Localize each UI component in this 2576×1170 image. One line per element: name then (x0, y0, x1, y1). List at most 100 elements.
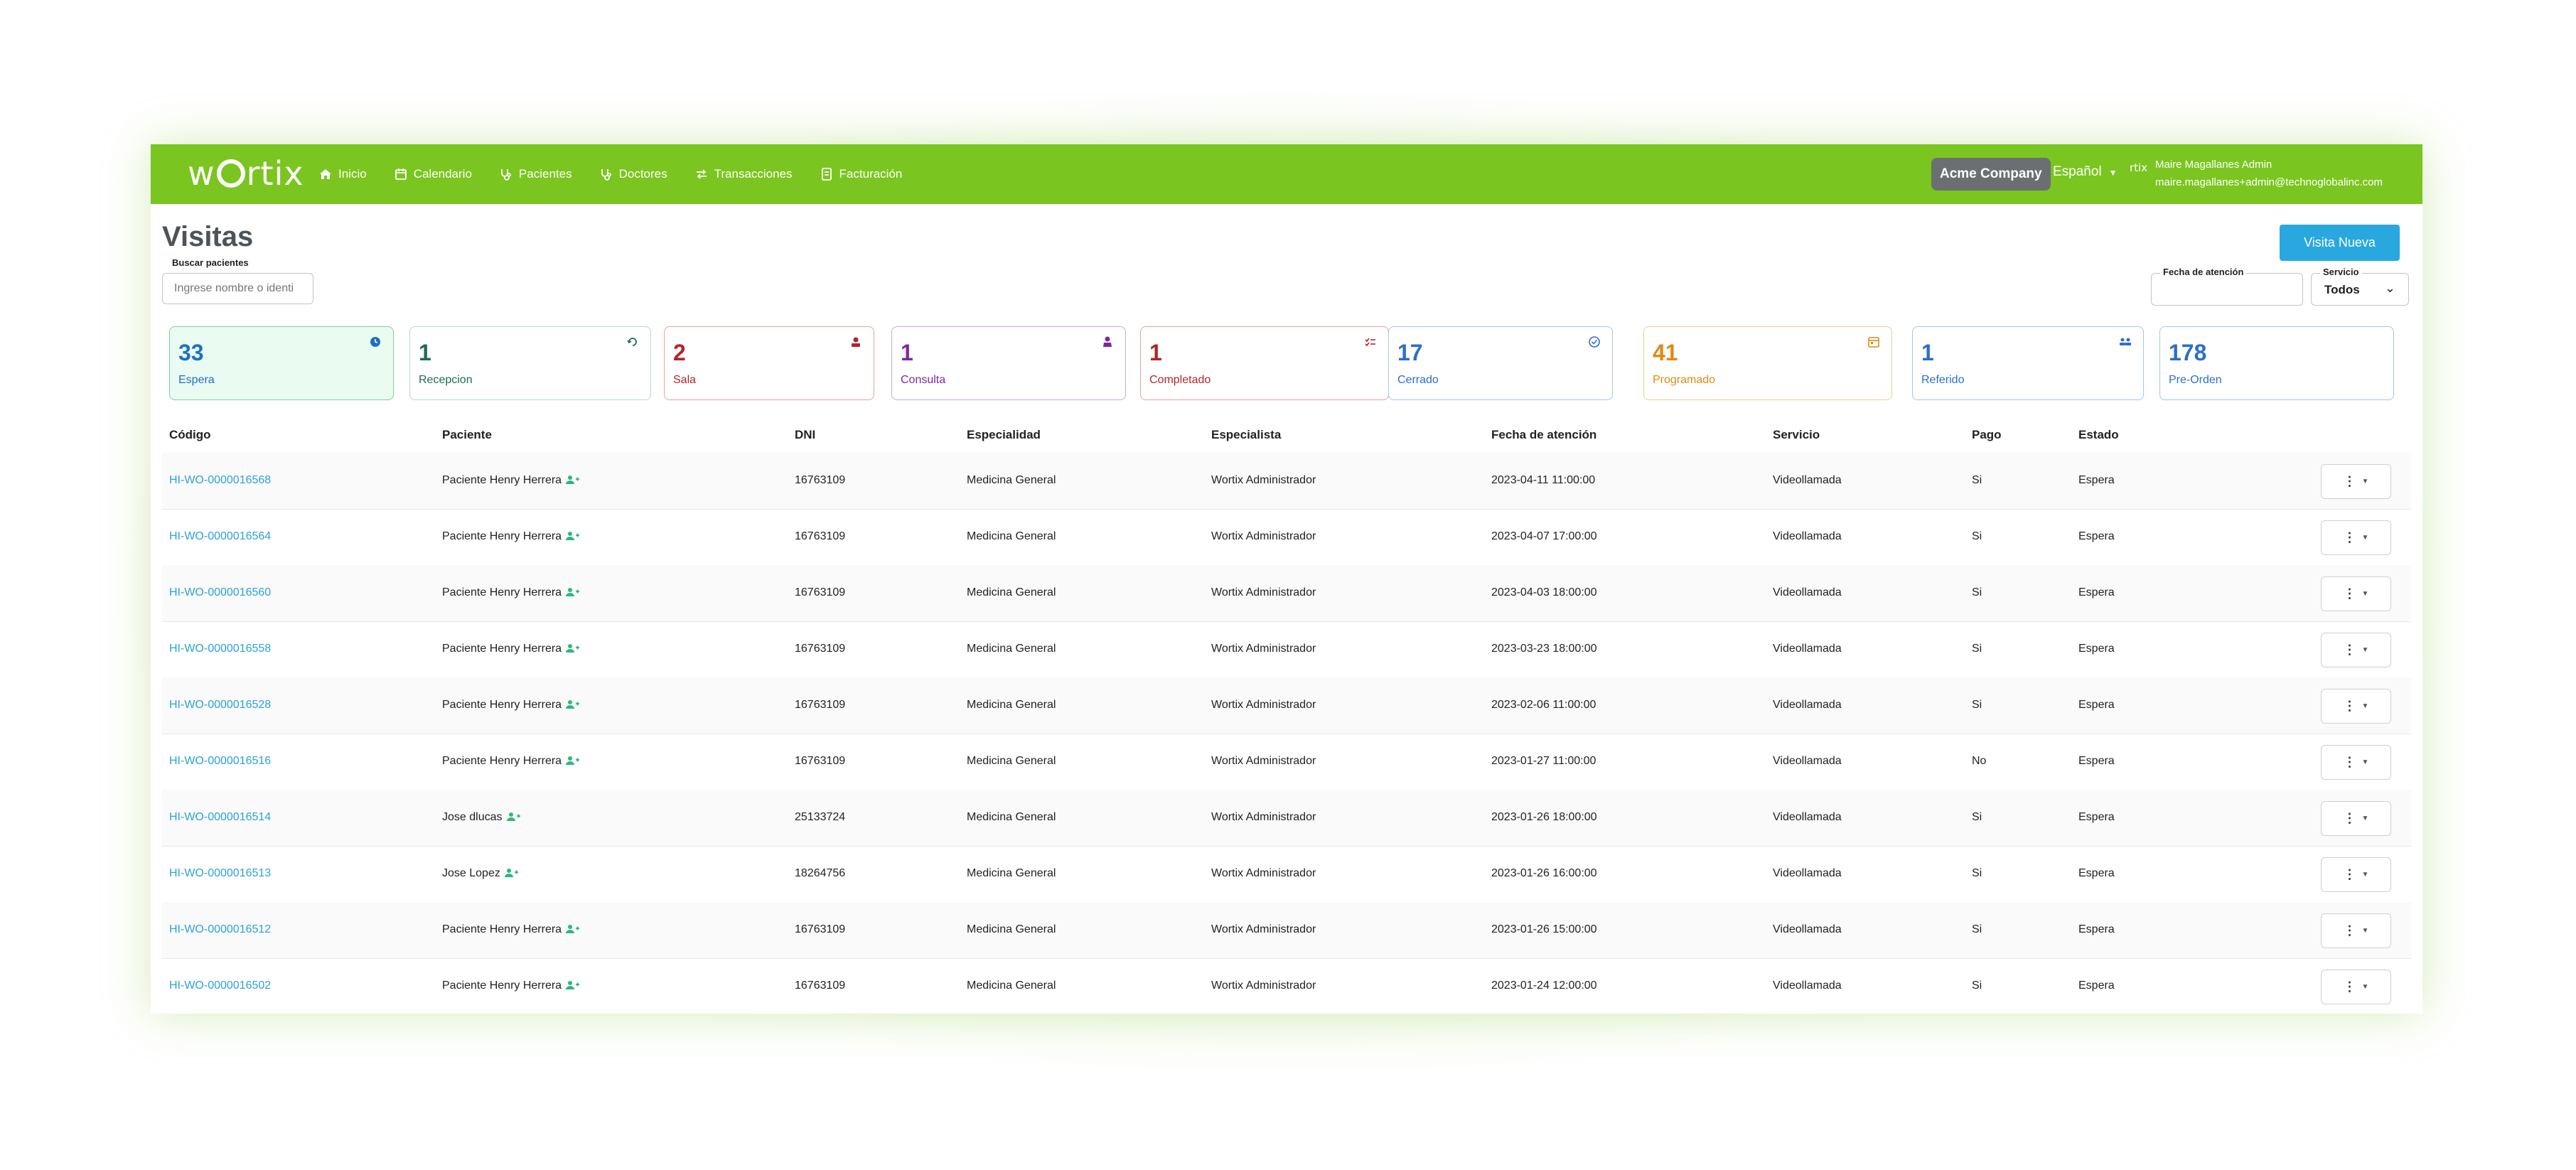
cell-code[interactable]: HI-WO-0000016514 (169, 811, 271, 824)
cell-code[interactable]: HI-WO-0000016502 (169, 980, 271, 992)
more-vertical-icon: ⋮ (2343, 643, 2356, 657)
nav-item-facturacion[interactable]: Facturación (820, 167, 902, 181)
cell-text: Espera (2078, 530, 2115, 542)
column-header[interactable]: Estado (2078, 428, 2119, 442)
column-header[interactable]: Servicio (1773, 428, 1820, 442)
wortix-logo[interactable]: w rtix (188, 154, 304, 194)
new-visit-button[interactable]: Visita Nueva (2280, 225, 2400, 261)
status-count: 1 (419, 340, 431, 365)
column-header[interactable]: Paciente (442, 428, 492, 442)
user-avatar[interactable]: rtix (2130, 161, 2147, 174)
nav-item-pacientes[interactable]: Pacientes (499, 167, 572, 181)
cell-payment: Si (1972, 867, 1982, 880)
calendar-icon (395, 168, 407, 180)
cell-code[interactable]: HI-WO-0000016528 (169, 699, 271, 712)
chevron-down-icon: ▼ (2361, 758, 2369, 766)
cell-service: Videollamada (1773, 755, 1842, 768)
cell-date: 2023-04-11 11:00:00 (1491, 474, 1595, 487)
cell-text: Videollamada (1773, 867, 1842, 879)
cell-code[interactable]: HI-WO-0000016516 (169, 755, 271, 768)
status-card-programado[interactable]: 41 Programado (1643, 326, 1892, 400)
status-card-referido[interactable]: 1 Referido (1912, 326, 2144, 400)
cell-status: Espera (2078, 980, 2115, 992)
column-header[interactable]: Especialista (1211, 428, 1281, 442)
cell-code[interactable]: HI-WO-0000016513 (169, 867, 271, 880)
user-add-icon[interactable] (566, 699, 580, 709)
cell-text: HI-WO-0000016513 (169, 867, 272, 879)
user-add-icon[interactable] (566, 531, 580, 541)
row-actions-button[interactable]: ⋮ ▼ (2321, 745, 2391, 780)
nav-item-inicio[interactable]: Inicio (318, 167, 367, 181)
cell-specialty: Medicina General (967, 586, 1056, 599)
cell-specialist: Wortix Administrador (1211, 474, 1316, 487)
cell-text: Medicina General (967, 923, 1056, 935)
row-actions-button[interactable]: ⋮ ▼ (2321, 689, 2391, 724)
page-title: Visitas (162, 221, 254, 252)
status-card-cerrado[interactable]: 17 Cerrado (1388, 326, 1613, 400)
cell-code[interactable]: HI-WO-0000016558 (169, 643, 271, 655)
status-card-consulta[interactable]: 1 Consulta (891, 326, 1126, 400)
cell-status: Espera (2078, 643, 2115, 655)
cell-code[interactable]: HI-WO-0000016560 (169, 586, 271, 599)
nav-item-calendario[interactable]: Calendario (394, 167, 472, 181)
nav-item-doctores[interactable]: Doctores (599, 167, 667, 181)
cell-dni: 16763109 (795, 474, 845, 487)
user-add-icon[interactable] (566, 756, 580, 766)
status-label: Pre-Orden (2169, 374, 2222, 386)
row-actions-button[interactable]: ⋮ ▼ (2321, 633, 2391, 667)
cell-date: 2023-01-26 16:00:00 (1491, 867, 1597, 880)
calendar-icon (1868, 337, 1879, 348)
status-card-espera[interactable]: 33 Espera (169, 326, 394, 400)
nav-item-transacciones[interactable]: Transacciones (694, 167, 793, 181)
status-card-pre-orden[interactable]: 178 Pre-Orden (2159, 326, 2394, 400)
user-add-icon[interactable] (566, 643, 580, 653)
cell-text: Medicina General (967, 867, 1056, 879)
cell-specialty: Medicina General (967, 643, 1056, 655)
date-filter-field[interactable]: Fecha de atención (2151, 267, 2303, 306)
cell-specialty: Medicina General (967, 867, 1056, 880)
column-header[interactable]: Fecha de atención (1491, 428, 1596, 442)
row-actions-button[interactable]: ⋮ ▼ (2321, 464, 2391, 499)
refresh-icon (627, 338, 637, 346)
cell-text: Medicina General (967, 699, 1056, 711)
user-add-icon[interactable] (566, 587, 580, 597)
service-select[interactable]: Servicio Todos ⌄ (2311, 267, 2409, 306)
row-actions-button[interactable]: ⋮ ▼ (2321, 520, 2391, 555)
column-header[interactable]: Pago (1972, 428, 2002, 442)
column-header[interactable]: DNI (795, 428, 815, 442)
user-add-icon[interactable] (566, 924, 580, 934)
cell-code[interactable]: HI-WO-0000016568 (169, 474, 271, 487)
cell-code[interactable]: HI-WO-0000016512 (169, 923, 271, 936)
row-actions-button[interactable]: ⋮ ▼ (2321, 857, 2391, 892)
cell-code[interactable]: HI-WO-0000016564 (169, 530, 271, 543)
cell-text: Medicina General (967, 643, 1056, 655)
user-add-icon[interactable] (566, 475, 580, 485)
search-input[interactable] (162, 273, 313, 304)
table-header: Código Paciente DNI Especialidad Especialist… (162, 416, 2411, 453)
column-header[interactable]: Código (169, 428, 211, 442)
cell-patient: Jose Lopez (442, 867, 519, 880)
stethoscope-icon (601, 169, 611, 181)
status-card-completado[interactable]: 1 Completado (1140, 326, 1389, 400)
row-actions-button[interactable]: ⋮ ▼ (2321, 801, 2391, 836)
company-badge[interactable]: Acme Company (1931, 158, 2051, 190)
status-card-recepcion[interactable]: 1 Recepcion (409, 326, 651, 400)
row-actions-button[interactable]: ⋮ ▼ (2321, 913, 2391, 948)
cell-dni: 16763109 (795, 586, 845, 599)
cell-date: 2023-02-06 11:00:00 (1491, 699, 1596, 712)
language-selector[interactable]: Español ▼ (2053, 164, 2118, 180)
user-add-icon[interactable] (506, 812, 521, 822)
user-add-icon[interactable] (504, 868, 519, 878)
status-card-sala[interactable]: 2 Sala (664, 326, 874, 400)
user-add-icon[interactable] (566, 980, 580, 990)
row-actions-button[interactable]: ⋮ ▼ (2321, 576, 2391, 611)
table-row: HI-WO-0000016560 Paciente Henry Herrera 16… (162, 565, 2411, 622)
column-header[interactable]: Especialidad (967, 428, 1041, 442)
chevron-down-icon: ▼ (2361, 590, 2369, 598)
row-actions-button[interactable]: ⋮ ▼ (2321, 970, 2391, 1004)
cell-text: 2023-02-06 11:00:00 (1491, 699, 1596, 711)
more-vertical-icon: ⋮ (2343, 586, 2356, 601)
status-count: 33 (178, 340, 204, 365)
cell-text: Espera (2078, 811, 2115, 823)
cell-payment: Si (1972, 530, 1982, 543)
